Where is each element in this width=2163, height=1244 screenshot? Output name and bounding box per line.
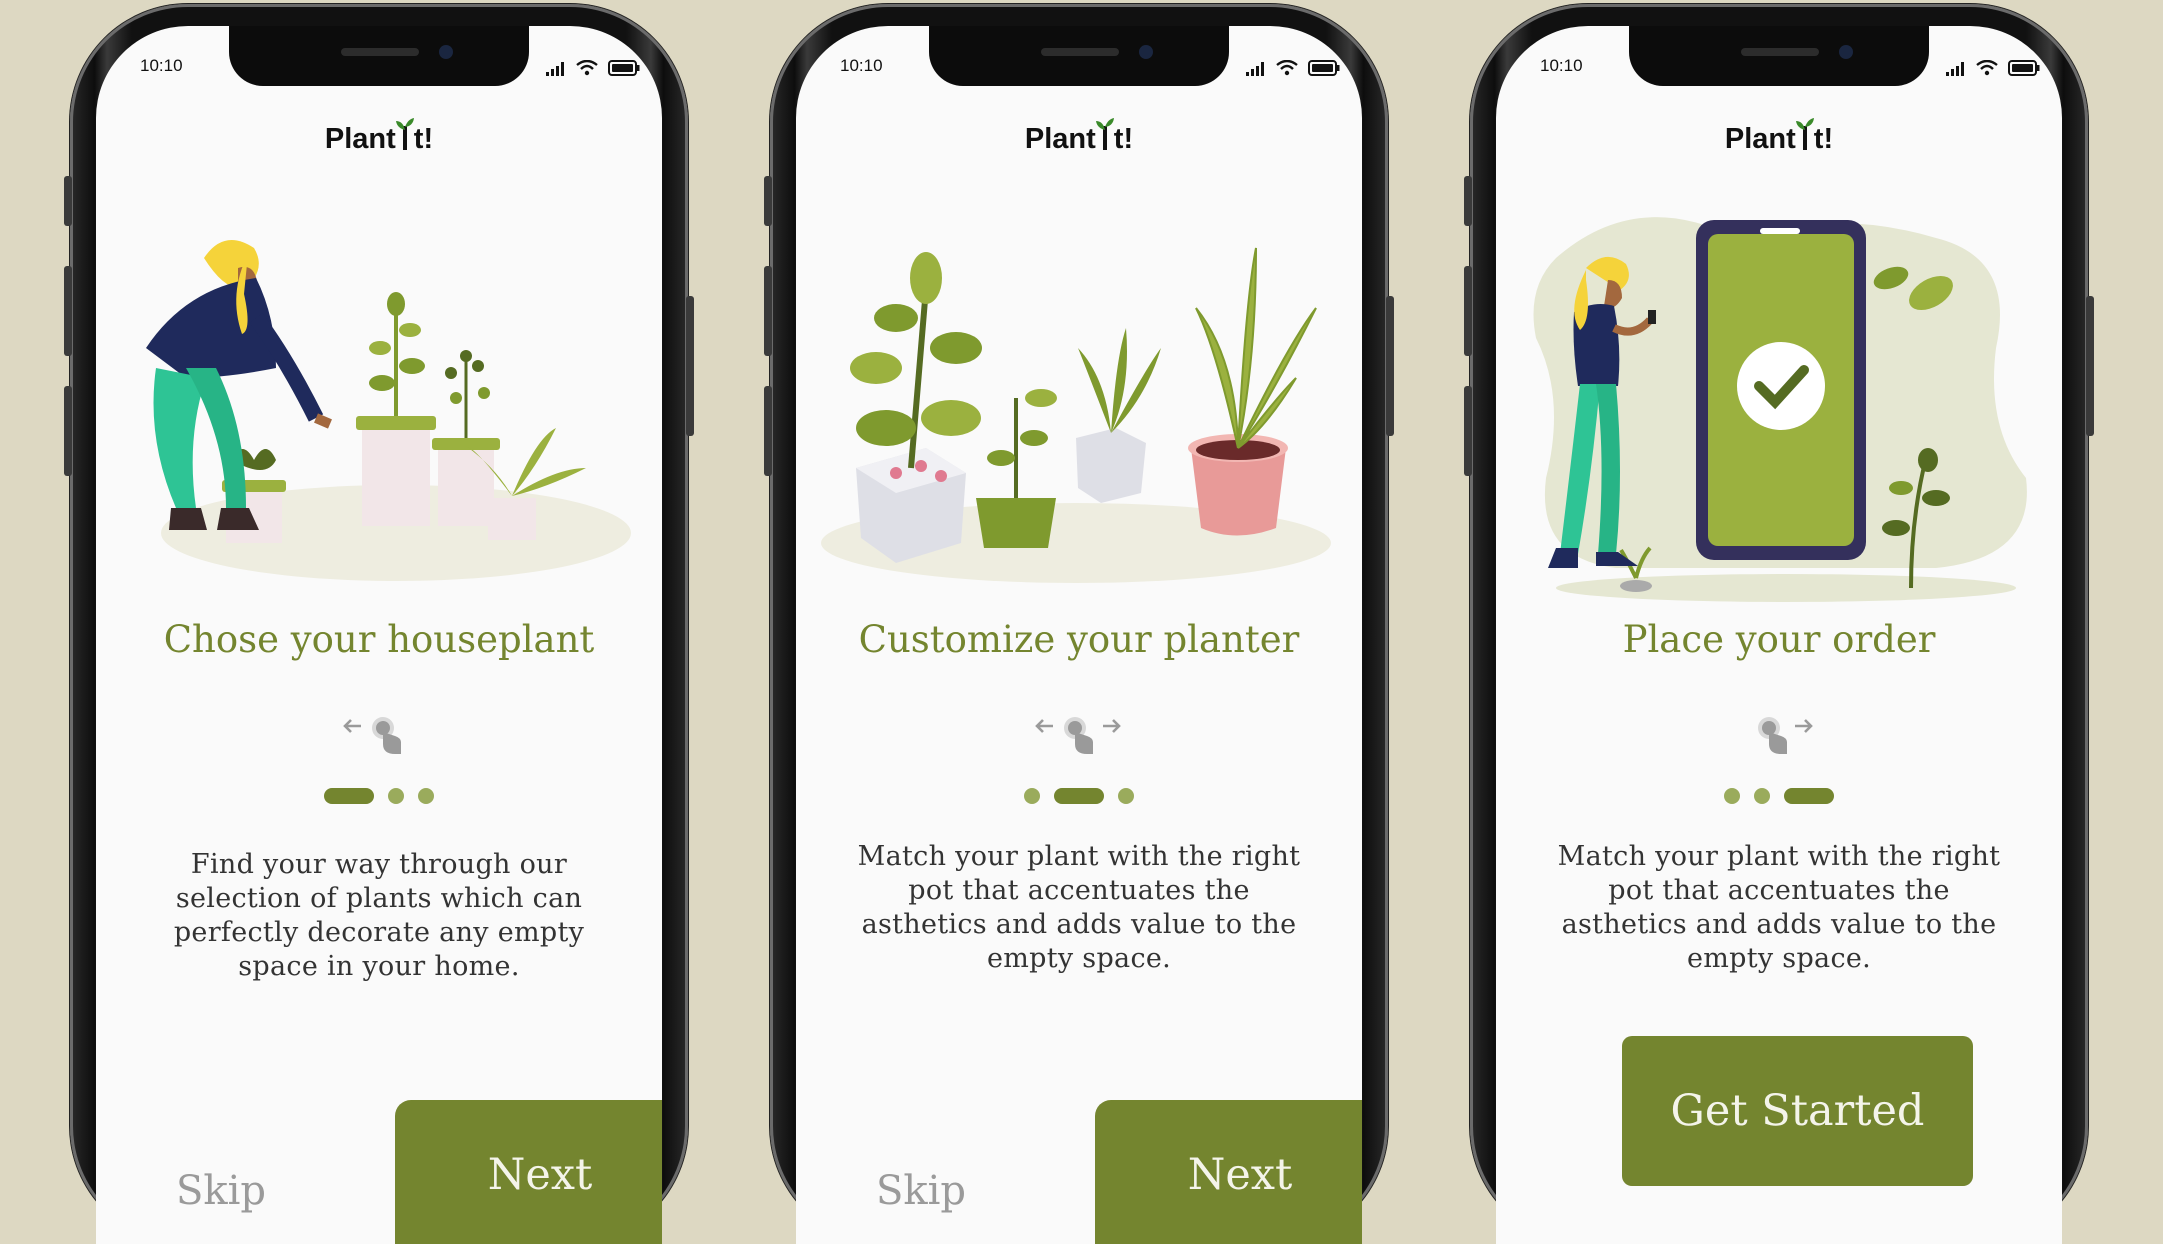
- next-button[interactable]: Next: [1095, 1100, 1362, 1244]
- skip-button[interactable]: Skip: [176, 1168, 266, 1214]
- next-button[interactable]: Next: [395, 1100, 662, 1244]
- phone-mockup-1: 10:10 Plant t! Chose your houseplant Fin…: [64, 4, 694, 1244]
- onboarding-description: Find your way through our selection of p…: [173, 849, 585, 982]
- onboarding-description: Match your plant with the right pot that…: [1557, 841, 2001, 974]
- onboarding-screen-3: 10:10 Plant t! Place your order Match yo…: [1496, 26, 2062, 1244]
- order-confirmed-illustration: [1533, 217, 2027, 602]
- wifi-icon: [1276, 60, 1298, 76]
- onboarding-screen-2: 10:10 Plant t! Customize your planter Ma…: [796, 26, 1362, 1244]
- app-logo: Plant t!: [1496, 118, 2062, 156]
- notch: [229, 26, 529, 86]
- swipe-hint: [796, 714, 1362, 758]
- pager-dot-1[interactable]: [1724, 788, 1740, 804]
- status-icons: [1946, 60, 2040, 76]
- planters-illustration: [821, 247, 1331, 583]
- status-icons: [546, 60, 640, 76]
- wifi-icon: [1976, 60, 1998, 76]
- status-time: 10:10: [1540, 56, 1583, 75]
- pager-dot-1[interactable]: [324, 788, 374, 804]
- phone-mockup-2: 10:10 Plant t! Customize your planter Ma…: [764, 4, 1394, 1244]
- sprout-icon: [1095, 118, 1114, 150]
- signal-icon: [1946, 62, 1964, 76]
- swipe-both-icon: [1035, 717, 1121, 754]
- notch: [929, 26, 1229, 86]
- swipe-left-icon: [343, 717, 401, 754]
- onboarding-title: Customize your planter: [858, 618, 1300, 661]
- pager-dot-1[interactable]: [1024, 788, 1040, 804]
- phone-mockup-3: 10:10 Plant t! Place your order Match yo…: [1464, 4, 2094, 1244]
- woman-choosing-plant-illustration: [146, 240, 631, 581]
- signal-icon: [1246, 62, 1264, 76]
- sprout-icon: [1795, 118, 1814, 150]
- wifi-icon: [576, 60, 598, 76]
- pager-dot-2[interactable]: [1054, 788, 1104, 804]
- battery-icon: [2008, 60, 2040, 76]
- pager-dots: [1496, 788, 2062, 804]
- battery-icon: [608, 60, 640, 76]
- app-logo: Plant t!: [96, 118, 662, 156]
- signal-icon: [546, 62, 564, 76]
- status-time: 10:10: [140, 56, 183, 75]
- notch: [1629, 26, 1929, 86]
- status-icons: [1246, 60, 1340, 76]
- skip-button[interactable]: Skip: [876, 1168, 966, 1214]
- pager-dot-2[interactable]: [388, 788, 404, 804]
- onboarding-title: Place your order: [1622, 618, 1936, 661]
- status-time: 10:10: [840, 56, 883, 75]
- sprout-icon: [395, 118, 414, 150]
- battery-icon: [1308, 60, 1340, 76]
- onboarding-title: Chose your houseplant: [163, 618, 595, 661]
- pager-dot-2[interactable]: [1754, 788, 1770, 804]
- app-logo: Plant t!: [796, 118, 1362, 156]
- pager-dots: [96, 788, 662, 804]
- pager-dot-3[interactable]: [1784, 788, 1834, 804]
- pager-dot-3[interactable]: [418, 788, 434, 804]
- onboarding-description: Match your plant with the right pot that…: [857, 841, 1301, 974]
- get-started-button[interactable]: Get Started: [1622, 1036, 1973, 1186]
- pager-dot-3[interactable]: [1118, 788, 1134, 804]
- swipe-hint: [96, 714, 662, 758]
- onboarding-screen-1: 10:10 Plant t! Chose your houseplant Fin…: [96, 26, 662, 1244]
- swipe-right-icon: [1758, 717, 1813, 754]
- pager-dots: [796, 788, 1362, 804]
- swipe-hint: [1496, 714, 2062, 758]
